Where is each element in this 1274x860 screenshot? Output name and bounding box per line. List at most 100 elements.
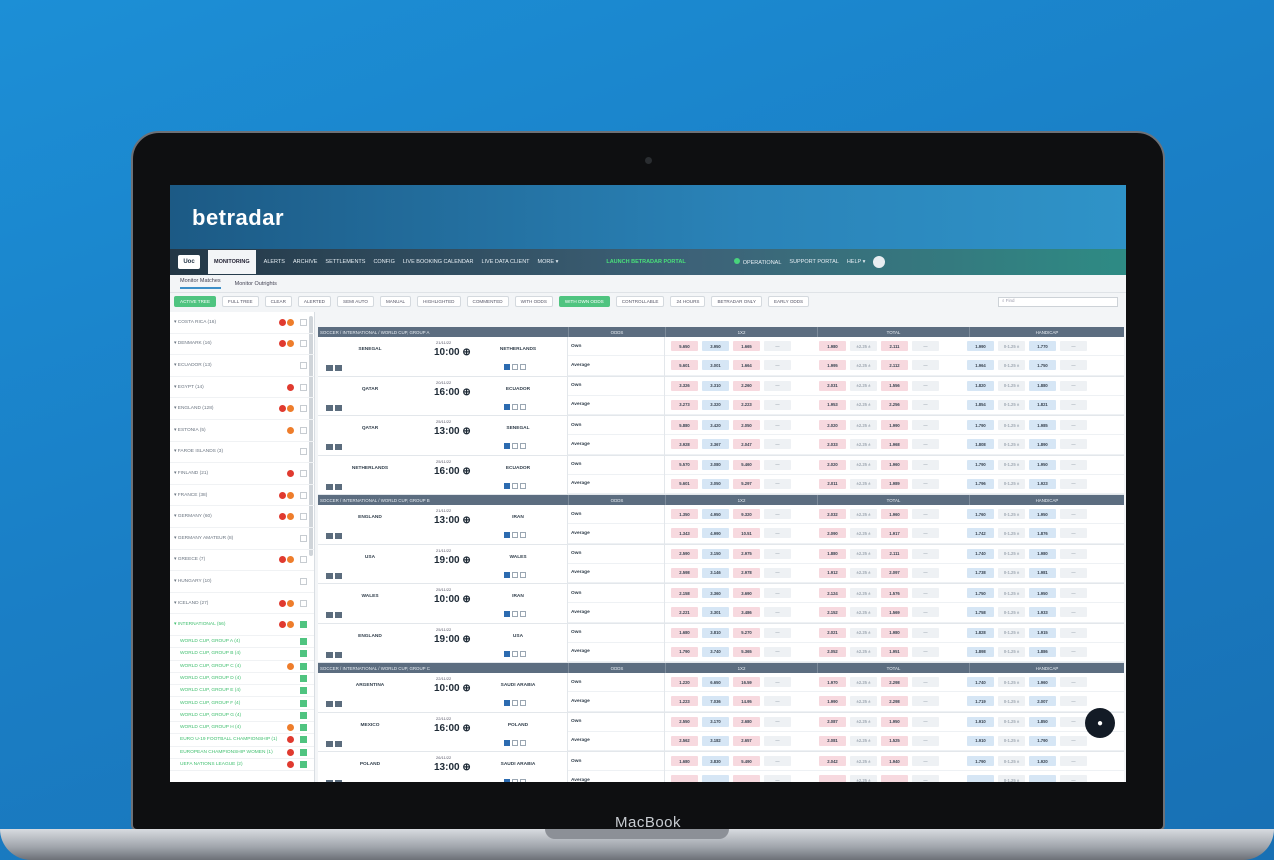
filter-chip[interactable]: BETRADAR ONLY — [711, 296, 762, 307]
match-row[interactable]: SENEGAL 21/11/22 10:00 ⊕ NETHERLANDS Own Aver… — [318, 337, 1124, 377]
total-over[interactable]: 1.880 — [819, 548, 846, 559]
betradar-icon[interactable] — [504, 364, 510, 370]
odd-away[interactable]: 14.95 — [733, 696, 760, 707]
total-over[interactable]: 2.032 — [819, 509, 846, 520]
match-row[interactable]: POLAND 26/11/22 13:00 ⊕ SAUDI ARABIA Own Aver… — [318, 752, 1124, 782]
handicap-away[interactable]: 1.770 — [1029, 341, 1056, 352]
odd-away[interactable]: 2.050 — [733, 420, 760, 431]
total-under[interactable]: 1.990 — [881, 420, 908, 431]
nav-tab[interactable]: ARCHIVE — [293, 259, 317, 265]
filter-chip[interactable]: COMMENTED — [466, 296, 509, 307]
control-icon[interactable] — [512, 611, 518, 617]
odd-draw[interactable]: 3.050 — [702, 478, 729, 489]
total-over[interactable]: 2.081 — [819, 735, 846, 746]
match-row[interactable]: QATAR 25/11/22 13:00 ⊕ SENEGAL Own Average 5.8… — [318, 416, 1124, 456]
betradar-icon[interactable] — [504, 571, 510, 578]
odd-away[interactable]: 5.270 — [733, 627, 760, 638]
handicap-away[interactable]: 1.981 — [1029, 567, 1056, 578]
handicap-away[interactable]: 1.821 — [1029, 399, 1056, 410]
nav-tab[interactable]: MORE ▾ — [538, 259, 559, 265]
control-icon[interactable] — [512, 650, 518, 657]
odd-home[interactable]: 2.221 — [671, 607, 698, 618]
sidebar-item[interactable]: EURO U-19 FOOTBALL CHAMPIONSHIP (1) — [170, 734, 314, 747]
odd-away[interactable]: 1.664 — [733, 360, 760, 371]
odd-draw[interactable]: 4.990 — [702, 528, 729, 539]
total-under[interactable]: 1.940 — [881, 756, 908, 767]
control-icon[interactable] — [512, 364, 518, 370]
comment-icon[interactable] — [335, 612, 342, 618]
total-over[interactable]: 2.020 — [819, 420, 846, 431]
odd-away[interactable]: 5.490 — [733, 756, 760, 767]
handicap-away[interactable]: 1.923 — [1029, 478, 1056, 489]
odd-home[interactable]: 3.273 — [671, 399, 698, 410]
odd-away[interactable]: 9.320 — [733, 509, 760, 520]
control-icon[interactable] — [520, 739, 526, 746]
odd-draw[interactable]: 3.740 — [702, 646, 729, 657]
comment-icon[interactable] — [335, 533, 342, 539]
sidebar-item[interactable]: ▾ DENMARK (16) — [170, 334, 314, 356]
odd-home[interactable]: 3.928 — [671, 439, 698, 450]
handicap-away[interactable]: 1.950 — [1029, 459, 1056, 470]
odd-away[interactable]: 2.260 — [733, 380, 760, 391]
filter-chip[interactable]: HIGHLIGHTED — [417, 296, 461, 307]
checkbox[interactable] — [300, 748, 307, 756]
filter-chip[interactable]: WITH ODDS — [514, 296, 553, 307]
sidebar-item[interactable]: WORLD CUP, GROUP D (4) — [170, 673, 314, 686]
total-under[interactable]: 2.298 — [881, 696, 908, 707]
total-over[interactable]: 1.990 — [819, 696, 846, 707]
checkbox[interactable] — [300, 448, 307, 456]
control-icon[interactable] — [512, 779, 518, 782]
total-over[interactable]: 1.995 — [819, 360, 846, 371]
odd-draw[interactable]: 3.420 — [702, 420, 729, 431]
total-under[interactable]: 1.917 — [881, 528, 908, 539]
handicap-away[interactable]: 1.920 — [1029, 756, 1056, 767]
odd-draw[interactable]: 3.360 — [702, 588, 729, 599]
odd-home[interactable]: 1.223 — [671, 696, 698, 707]
control-icon[interactable] — [512, 403, 518, 410]
control-icon[interactable] — [520, 364, 526, 370]
control-icon[interactable] — [520, 571, 526, 578]
odd-home[interactable]: 1.680 — [671, 627, 698, 638]
odd-home[interactable]: 1.343 — [671, 528, 698, 539]
match-row[interactable]: USA 21/11/22 19:00 ⊕ WALES Own Average 2.590 3.… — [318, 544, 1124, 584]
comment-icon[interactable] — [335, 780, 342, 782]
odd-draw[interactable]: 6.650 — [702, 677, 729, 688]
total-under[interactable]: 1.556 — [881, 380, 908, 391]
handicap-away[interactable]: 1.915 — [1029, 627, 1056, 638]
odd-draw[interactable]: 3.182 — [702, 735, 729, 746]
total-under[interactable]: 2.256 — [881, 399, 908, 410]
sidebar-item[interactable]: WORLD CUP, GROUP H (4) — [170, 722, 314, 735]
handicap-away[interactable]: 1.980 — [1029, 548, 1056, 559]
handicap-away[interactable]: 1.985 — [1029, 420, 1056, 431]
sidebar-item[interactable]: ▾ ENGLAND (128) — [170, 398, 314, 420]
match-row[interactable]: ARGENTINA 22/11/22 10:00 ⊕ SAUDI ARABIA Own A… — [318, 673, 1124, 713]
odd-draw[interactable]: 3.320 — [702, 399, 729, 410]
total-over[interactable]: 1.980 — [819, 341, 846, 352]
nav-tab[interactable]: LIVE BOOKING CALENDAR — [403, 259, 474, 265]
match-row[interactable]: QATAR 20/11/22 16:00 ⊕ ECUADOR Own Average 3.3… — [318, 376, 1124, 416]
odd-home[interactable]: 5.880 — [671, 420, 698, 431]
checkbox[interactable] — [300, 318, 307, 326]
chat-icon[interactable]: ● — [1085, 708, 1115, 738]
odd-home[interactable]: 5.650 — [671, 341, 698, 352]
row-status-icon[interactable] — [326, 365, 333, 371]
checkbox[interactable] — [300, 340, 307, 348]
handicap-away[interactable]: 1.850 — [1029, 716, 1056, 727]
total-over[interactable]: 2.124 — [819, 588, 846, 599]
row-status-icon[interactable] — [326, 740, 333, 747]
total-over[interactable]: 2.021 — [819, 627, 846, 638]
row-status-icon[interactable] — [326, 483, 333, 490]
handicap-home[interactable]: 1.820 — [967, 380, 994, 391]
odd-away[interactable]: 2.657 — [733, 735, 760, 746]
total-under[interactable]: 1.960 — [881, 459, 908, 470]
odd-home[interactable]: 5.601 — [671, 360, 698, 371]
total-over[interactable]: 2.090 — [819, 528, 846, 539]
total-over[interactable]: 1.912 — [819, 567, 846, 578]
handicap-away[interactable]: 1.880 — [1029, 380, 1056, 391]
total-over[interactable]: 2.031 — [819, 380, 846, 391]
row-status-icon[interactable] — [326, 651, 333, 658]
odd-away[interactable]: 3.486 — [733, 607, 760, 618]
sidebar-item[interactable]: ▾ FAROE ISLANDS (3) — [170, 442, 314, 464]
odd-home[interactable]: 1.680 — [671, 756, 698, 767]
control-icon[interactable] — [512, 700, 518, 706]
